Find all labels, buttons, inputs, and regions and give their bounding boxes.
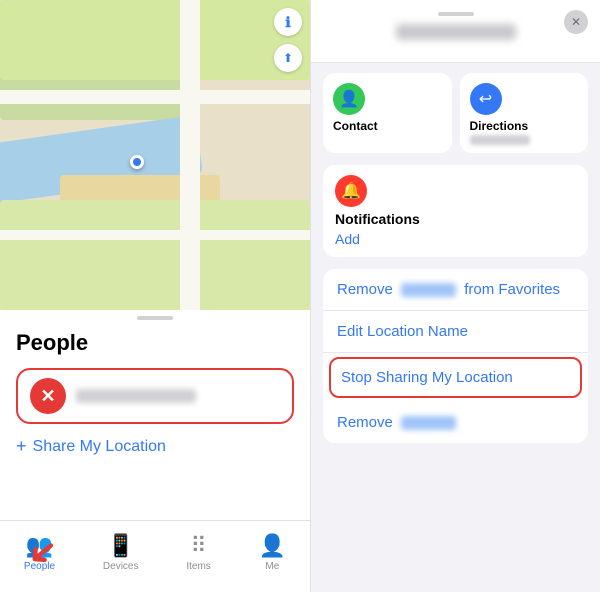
panel-header: ✕	[311, 0, 600, 63]
map-road-h1	[0, 90, 310, 104]
drag-handle-area	[0, 310, 310, 322]
directions-card-icon: ↩	[470, 83, 502, 115]
person-avatar: ✕	[30, 378, 66, 414]
me-tab-label: Me	[265, 561, 279, 572]
tab-me[interactable]: 👤 Me	[259, 533, 286, 572]
panel-body: 👤 Contact ↩ Directions 🔔 Notification	[311, 63, 600, 592]
drag-handle-bar	[137, 316, 173, 320]
directions-sublabel-blurred	[470, 135, 530, 145]
contact-card-icon: 👤	[333, 83, 365, 115]
devices-tab-icon: 📱	[107, 533, 134, 559]
contact-person-icon: 👤	[339, 89, 359, 109]
action-remove-favorites[interactable]: Remove from Favorites	[323, 269, 588, 311]
people-heading: People	[16, 330, 294, 356]
panel-contact-name-blurred	[396, 24, 516, 40]
contact-card-label: Contact	[333, 119, 378, 133]
action-stop-sharing[interactable]: Stop Sharing My Location	[329, 357, 582, 398]
person-item[interactable]: ✕	[16, 368, 294, 424]
favorites-name-blurred	[401, 283, 456, 297]
left-column: ℹ ⬆ People ✕ + Share My Location	[0, 0, 310, 592]
action-edit-location[interactable]: Edit Location Name	[323, 311, 588, 353]
action-remove-favorites-text: Remove from Favorites	[337, 281, 560, 298]
action-remove-text: Remove	[337, 414, 460, 431]
bottom-left-panel: People ✕ + Share My Location	[0, 322, 310, 520]
cards-row: 👤 Contact ↩ Directions	[323, 73, 588, 153]
me-tab-icon: 👤	[259, 533, 286, 559]
share-location-label: Share My Location	[33, 438, 166, 456]
location-dot	[130, 155, 144, 169]
tab-devices[interactable]: 📱 Devices	[103, 533, 139, 572]
nav-button[interactable]: ⬆	[274, 44, 302, 72]
directions-card[interactable]: ↩ Directions	[460, 73, 589, 153]
notifications-add-button[interactable]: Add	[335, 231, 576, 247]
items-tab-label: Items	[186, 561, 210, 572]
action-remove[interactable]: Remove	[323, 402, 588, 443]
share-location-button[interactable]: + Share My Location	[16, 436, 294, 457]
action-stop-sharing-text: Stop Sharing My Location	[341, 369, 513, 386]
panel-drag-handle	[327, 12, 584, 16]
app-layout: ℹ ⬆ People ✕ + Share My Location	[0, 0, 600, 592]
close-icon: ✕	[571, 15, 581, 29]
notifications-section: 🔔 Notifications Add	[323, 165, 588, 257]
contact-card[interactable]: 👤 Contact	[323, 73, 452, 153]
action-edit-location-text: Edit Location Name	[337, 323, 468, 340]
remove-name-blurred	[401, 416, 456, 430]
share-plus-icon: +	[16, 436, 27, 457]
panel-drag-bar	[438, 12, 474, 16]
bell-icon: 🔔	[341, 181, 361, 201]
directions-card-label: Directions	[470, 119, 529, 133]
info-icon: ℹ	[285, 14, 290, 31]
action-list: Remove from Favorites Edit Location Name…	[323, 269, 588, 443]
map-green-2	[0, 0, 310, 80]
panel-close-button[interactable]: ✕	[564, 10, 588, 34]
map-road-h2	[0, 230, 310, 240]
right-panel: ✕ 👤 Contact ↩ Directions	[310, 0, 600, 592]
nav-icon: ⬆	[283, 51, 293, 65]
map-green-3	[0, 200, 310, 310]
person-name-blurred	[76, 389, 196, 403]
info-button[interactable]: ℹ	[274, 8, 302, 36]
map-road-v	[180, 0, 200, 310]
arrow-indicator: ➜	[28, 532, 58, 574]
tab-items[interactable]: ⠿ Items	[186, 533, 210, 572]
directions-icon: ↩	[479, 89, 492, 109]
devices-tab-label: Devices	[103, 561, 139, 572]
items-tab-icon: ⠿	[190, 533, 206, 559]
notifications-icon: 🔔	[335, 175, 367, 207]
notifications-label: Notifications	[335, 211, 576, 227]
map-background: ℹ ⬆	[0, 0, 310, 310]
map-area: ℹ ⬆	[0, 0, 310, 310]
tab-bar: 👥 People 📱 Devices ⠿ Items 👤 Me ➜	[0, 520, 310, 592]
